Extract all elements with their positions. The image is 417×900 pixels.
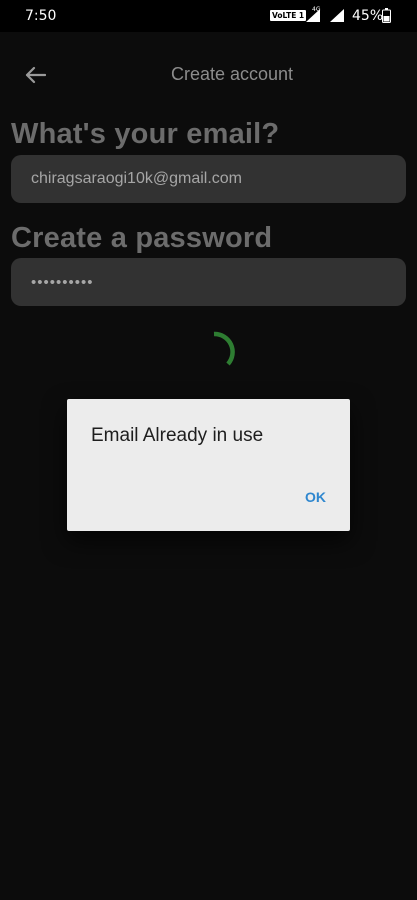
signal-icon	[330, 9, 344, 22]
page-title: Create account	[170, 64, 294, 84]
dialog-message: Email Already in use	[91, 425, 264, 446]
volte-badge: VoLTE 1	[270, 10, 307, 21]
password-heading: Create a password	[11, 222, 273, 254]
battery-icon	[382, 8, 391, 23]
password-field[interactable]: ••••••••••	[11, 258, 406, 306]
spinner-icon	[213, 331, 235, 366]
network-type-label: 4G	[312, 6, 321, 13]
battery-percentage: 45%	[352, 8, 384, 24]
ok-button[interactable]: OK	[305, 489, 326, 505]
status-bar: 7:50 VoLTE 1 4G 45%	[0, 0, 417, 32]
email-heading: What's your email?	[11, 118, 280, 150]
status-time: 7:50	[25, 8, 57, 24]
email-field[interactable]: chiragsaraogi10k@gmail.com	[11, 155, 406, 203]
alert-dialog: Email Already in use OK	[67, 399, 350, 531]
